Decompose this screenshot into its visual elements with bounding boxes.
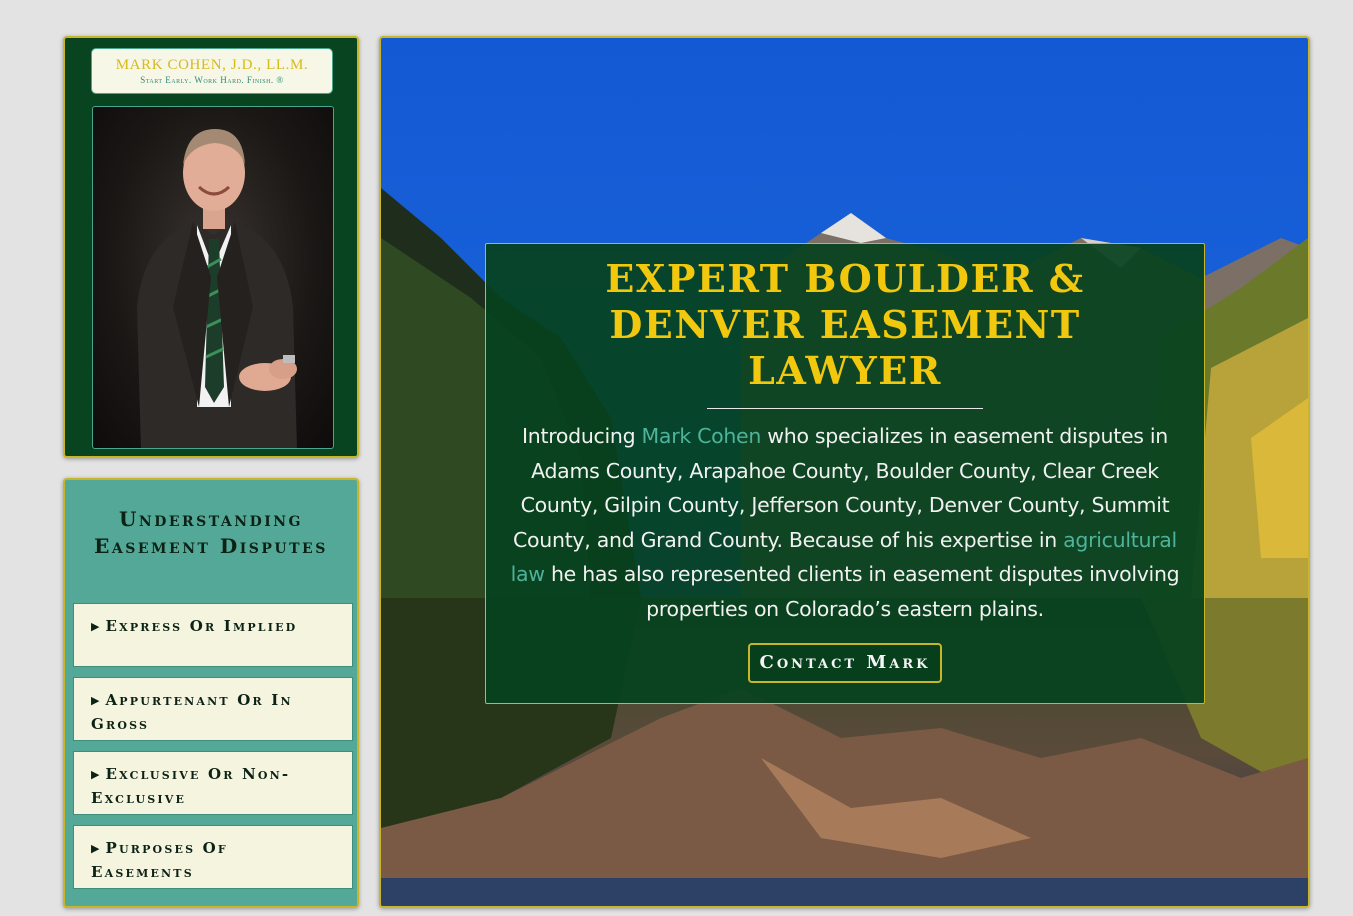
logo-tagline: Start Early. Work Hard. Finish. ®	[140, 75, 284, 85]
triangle-right-icon: ▶	[91, 768, 100, 781]
hero-text-intro: Introducing	[522, 424, 642, 448]
profile-panel: MARK COHEN, J.D., LL.M. Start Early. Wor…	[63, 36, 359, 458]
accordion-item-exclusive-or-non-exclusive[interactable]: ▶ Exclusive Or Non-Exclusive	[73, 751, 353, 815]
accordion-item-label: Appurtenant Or In Gross	[91, 691, 293, 733]
hero-title: EXPERT BOULDER & DENVER EASEMENT LAWYER	[605, 256, 1085, 393]
accordion-item-label: Express Or Implied	[105, 617, 298, 635]
sidebar-panel: Understanding Easement Disputes ▶ Express…	[63, 478, 359, 908]
attorney-portrait	[92, 106, 334, 449]
mark-cohen-link[interactable]: Mark Cohen	[642, 424, 762, 448]
site-logo[interactable]: MARK COHEN, J.D., LL.M. Start Early. Wor…	[91, 48, 333, 94]
accordion-item-label: Purposes Of Easements	[91, 839, 228, 881]
accordion-item-appurtenant-or-in-gross[interactable]: ▶ Appurtenant Or In Gross	[73, 677, 353, 741]
contact-mark-button[interactable]: Contact Mark	[747, 643, 943, 683]
accordion-item-express-or-implied[interactable]: ▶ Express Or Implied	[73, 603, 353, 667]
hero-divider	[707, 408, 983, 409]
accordion-item-purposes-of-easements[interactable]: ▶ Purposes Of Easements	[73, 825, 353, 889]
portrait-illustration	[137, 129, 297, 448]
triangle-right-icon: ▶	[91, 694, 100, 707]
hero-text-end: he has also represented clients in easem…	[544, 562, 1180, 621]
logo-name: MARK COHEN, J.D., LL.M.	[115, 57, 309, 73]
triangle-right-icon: ▶	[91, 620, 100, 633]
hero-description: Introducing Mark Cohen who specializes i…	[502, 419, 1188, 626]
triangle-right-icon: ▶	[91, 842, 100, 855]
sidebar-title: Understanding Easement Disputes	[94, 507, 328, 558]
hero-card: EXPERT BOULDER & DENVER EASEMENT LAWYER …	[485, 243, 1205, 704]
hero-section: EXPERT BOULDER & DENVER EASEMENT LAWYER …	[379, 36, 1310, 908]
accordion-item-label: Exclusive Or Non-Exclusive	[91, 765, 291, 807]
